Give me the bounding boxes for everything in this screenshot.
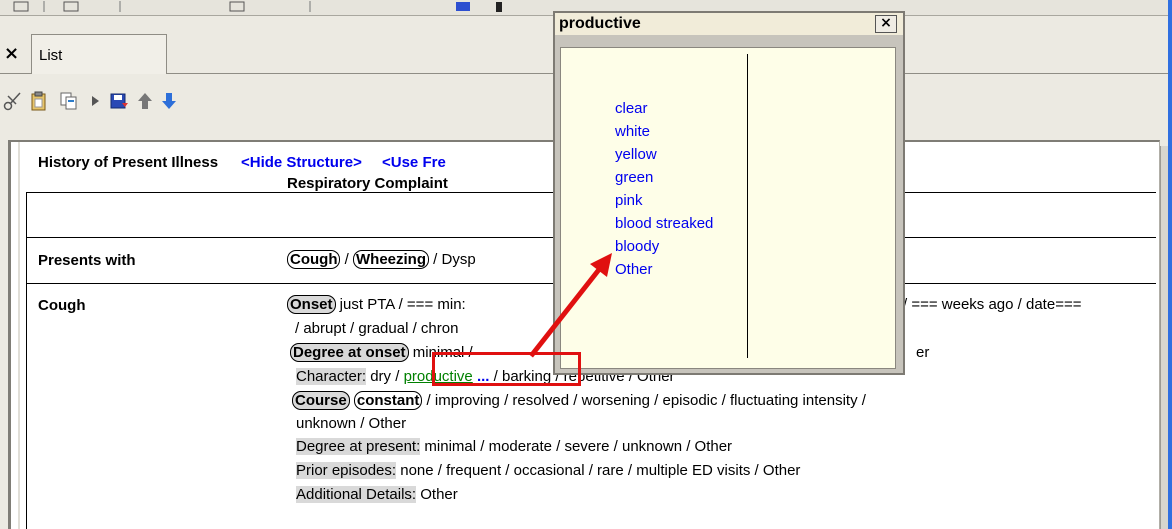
prior-episodes-label: Prior episodes: (296, 462, 397, 479)
prior-episodes-line: Prior episodes: none / frequent / occasi… (296, 462, 800, 479)
course-options-line2[interactable]: unknown / Other (296, 415, 406, 432)
close-tab-icon[interactable]: × (4, 45, 19, 63)
character-label: Character: (296, 368, 367, 385)
onset-options[interactable]: just PTA / === min: (336, 296, 466, 313)
additional-details-label: Additional Details: (296, 486, 417, 503)
option-clear[interactable]: clear (615, 100, 648, 118)
character-dry[interactable]: dry (366, 368, 395, 385)
wheezing-chip[interactable]: Wheezing (353, 250, 429, 269)
onset-options-line2[interactable]: / abrupt / gradual / chron (295, 320, 458, 337)
option-blood-streaked[interactable]: blood streaked (615, 215, 713, 233)
popup-close-button[interactable]: × (875, 15, 897, 33)
hpi-title: History of Present Illness (38, 154, 219, 171)
degree-onset-tail[interactable]: er (916, 344, 929, 361)
cough-chip[interactable]: Cough (287, 250, 341, 269)
option-yellow[interactable]: yellow (615, 146, 657, 164)
callout-highlight-box (432, 352, 581, 386)
vertical-scrollbar[interactable] (1160, 146, 1168, 529)
option-bloody[interactable]: bloody (615, 238, 659, 256)
onset-chip[interactable]: Onset (287, 295, 336, 314)
degree-present-options[interactable]: minimal / moderate / severe / unknown / … (420, 438, 732, 455)
option-other[interactable]: Other (615, 261, 653, 279)
clipboard-icon[interactable] (28, 90, 50, 112)
degree-at-onset-chip[interactable]: Degree at onset (290, 343, 409, 362)
arrow-up-icon[interactable] (134, 90, 156, 112)
save-icon[interactable] (108, 90, 130, 112)
play-icon[interactable] (84, 90, 106, 112)
tab-list-label: List (39, 47, 63, 64)
additional-details-options[interactable]: Other (416, 486, 458, 503)
arrow-down-icon[interactable] (158, 90, 180, 112)
dyspnea-option[interactable]: / Dysp (429, 251, 476, 268)
option-white[interactable]: white (615, 123, 650, 141)
copy-icon[interactable] (58, 90, 80, 112)
cough-label: Cough (38, 297, 86, 314)
course-chip[interactable]: Course (292, 391, 350, 410)
onset-line: Onset just PTA / === min: (287, 295, 466, 314)
complaint-heading: Respiratory Complaint (287, 175, 448, 192)
additional-details-line: Additional Details: Other (296, 486, 458, 503)
edit-toolbar (0, 82, 280, 118)
separator: / (395, 368, 404, 385)
scissors-icon[interactable] (2, 90, 24, 112)
column-divider (747, 54, 748, 358)
hide-structure-link[interactable]: <Hide Structure> (241, 154, 362, 171)
productive-options-popup: productive × clear white yellow green pi… (553, 11, 905, 375)
popup-title: productive (559, 15, 641, 32)
popup-options-list: clear white yellow green pink blood stre… (560, 47, 896, 369)
option-green[interactable]: green (615, 169, 653, 187)
tab-list[interactable]: List (31, 34, 167, 74)
presents-with-label: Presents with (38, 252, 136, 269)
top-toolbar-icons (13, 1, 502, 12)
degree-present-line: Degree at present: minimal / moderate / … (296, 438, 732, 455)
popup-title-bar: productive × (555, 13, 903, 35)
option-pink[interactable]: pink (615, 192, 643, 210)
course-line: Course constant / improving / resolved /… (292, 391, 866, 410)
use-free-text-link[interactable]: <Use Fre (382, 154, 446, 171)
course-options[interactable]: / improving / resolved / worsening / epi… (422, 392, 866, 409)
constant-chip[interactable]: constant (353, 391, 423, 410)
degree-present-label: Degree at present: (296, 438, 421, 455)
presents-with-options: Cough / Wheezing / Dysp (287, 250, 476, 269)
separator: / (340, 251, 353, 268)
onset-options-tail[interactable]: / === weeks ago / date=== (903, 296, 1081, 313)
prior-episodes-options[interactable]: none / frequent / occasional / rare / mu… (396, 462, 800, 479)
panel-left-rule (18, 142, 20, 529)
